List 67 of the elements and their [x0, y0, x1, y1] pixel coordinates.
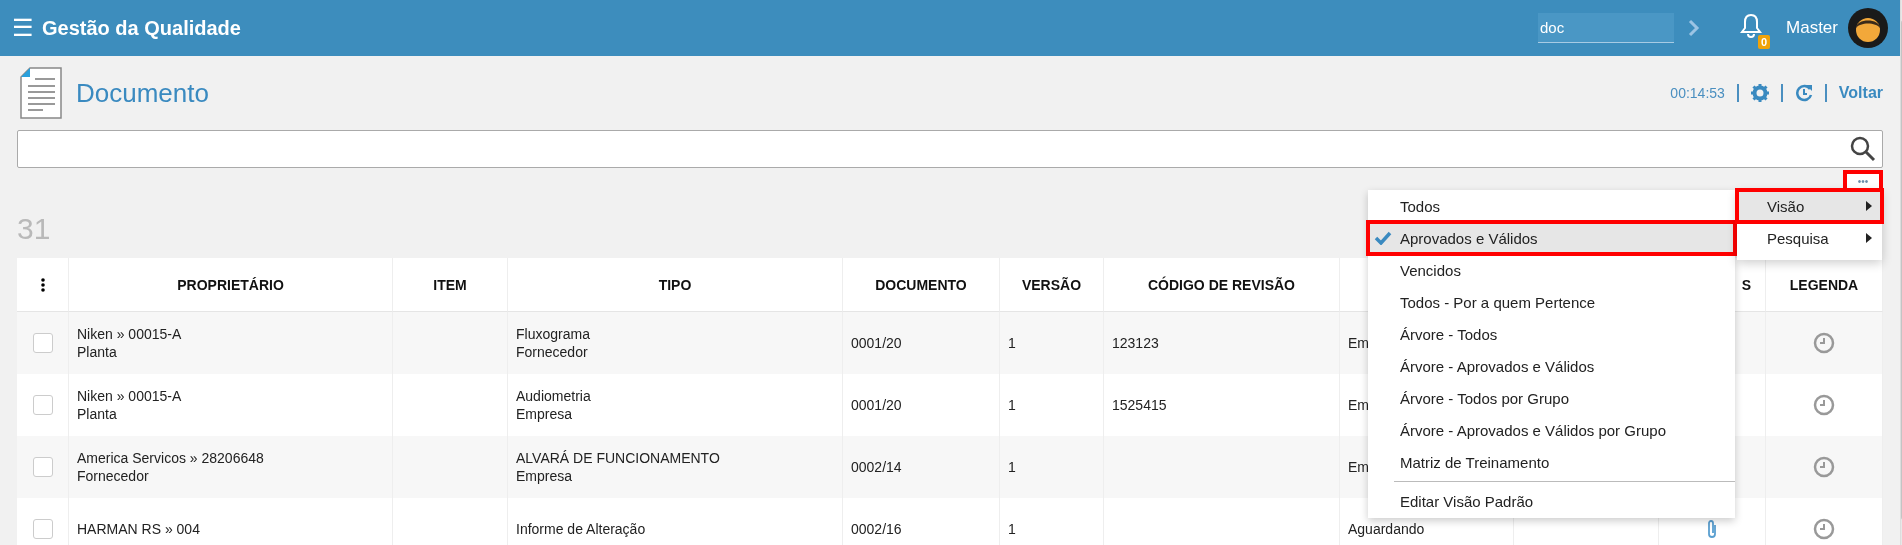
owner-text: Planta [77, 343, 117, 361]
refresh-icon[interactable] [1794, 84, 1813, 102]
revision-code: 123123 [1112, 334, 1159, 352]
search-field[interactable] [17, 130, 1883, 168]
settings-icon[interactable] [1750, 84, 1769, 102]
app-title: Gestão da Qualidade [42, 16, 242, 40]
document-icon [20, 67, 62, 119]
session-timer: 00:14:53 [1670, 85, 1725, 101]
check-icon [1374, 231, 1392, 245]
owner-text: HARMAN RS » 004 [77, 520, 200, 538]
menu-item[interactable]: Árvore - Aprovados e Válidos [1368, 350, 1735, 382]
menu-item[interactable]: Editar Visão Padrão [1368, 485, 1735, 517]
status-text: Aguardando [1348, 520, 1425, 538]
menu-item[interactable]: Árvore - Todos [1368, 318, 1735, 350]
document-number: 0001/20 [851, 396, 902, 414]
status-text: Em [1348, 334, 1369, 352]
version-number: 1 [1008, 396, 1016, 414]
submenu-item[interactable]: Pesquisa [1737, 222, 1882, 254]
version-number: 1 [1008, 520, 1016, 538]
type-text: Informe de Alteração [516, 520, 646, 538]
menu-item[interactable]: Todos - Por a quem Pertence [1368, 286, 1735, 318]
menu-item[interactable]: Árvore - Aprovados e Válidos por Grupo [1368, 414, 1735, 446]
status-text: Em [1348, 396, 1369, 414]
type-text: Empresa [516, 467, 573, 485]
document-number: 0002/16 [851, 520, 902, 538]
type-text: ALVARÁ DE FUNCIONAMENTO [516, 449, 720, 467]
result-count: 31 [17, 212, 51, 246]
row-checkbox[interactable] [32, 333, 53, 353]
caret-icon [1866, 233, 1872, 243]
bell-icon[interactable] [1740, 13, 1763, 39]
menu-item[interactable]: Árvore - Todos por Grupo [1368, 382, 1735, 414]
menu-item[interactable]: Matriz de Treinamento [1368, 446, 1735, 478]
type-text: Fluxograma [516, 325, 590, 343]
document-number: 0001/20 [851, 334, 902, 352]
user-name[interactable]: Master [1786, 18, 1838, 38]
owner-text: America Servicos » 28206648 [77, 449, 264, 467]
avatar-icon[interactable] [1848, 8, 1888, 48]
menu-item[interactable]: Vencidos [1368, 254, 1735, 286]
status-text: Em [1348, 458, 1369, 476]
revision-code: 1525415 [1112, 396, 1167, 414]
search-icon[interactable] [1850, 136, 1876, 162]
menu-button[interactable]: ☰ [12, 16, 34, 40]
type-text: Empresa [516, 405, 573, 423]
row-checkbox[interactable] [32, 519, 53, 539]
owner-text: Niken » 00015-A [77, 387, 182, 405]
menu-item[interactable]: Todos [1368, 190, 1735, 222]
version-number: 1 [1008, 458, 1016, 476]
owner-text: Fornecedor [77, 467, 149, 485]
chevron-right-icon[interactable] [1688, 19, 1701, 37]
submenu-item[interactable]: Visão [1737, 190, 1882, 222]
owner-text: Planta [77, 405, 117, 423]
row-checkbox[interactable] [32, 395, 53, 415]
owner-text: Niken » 00015-A [77, 325, 182, 343]
version-number: 1 [1008, 334, 1016, 352]
menu-item[interactable]: Aprovados e Válidos [1368, 222, 1735, 254]
clock-icon [1813, 394, 1835, 416]
row-checkbox[interactable] [32, 457, 53, 477]
type-text: Audiometria [516, 387, 591, 405]
caret-icon [1866, 201, 1872, 211]
paperclip-icon[interactable] [1705, 519, 1719, 539]
document-number: 0002/14 [851, 458, 902, 476]
clock-icon [1813, 518, 1835, 540]
clock-icon [1813, 332, 1835, 354]
notification-badge: 0 [1757, 35, 1771, 49]
page-title: Documento [76, 77, 210, 109]
clock-icon [1813, 456, 1835, 478]
type-text: Fornecedor [516, 343, 588, 361]
